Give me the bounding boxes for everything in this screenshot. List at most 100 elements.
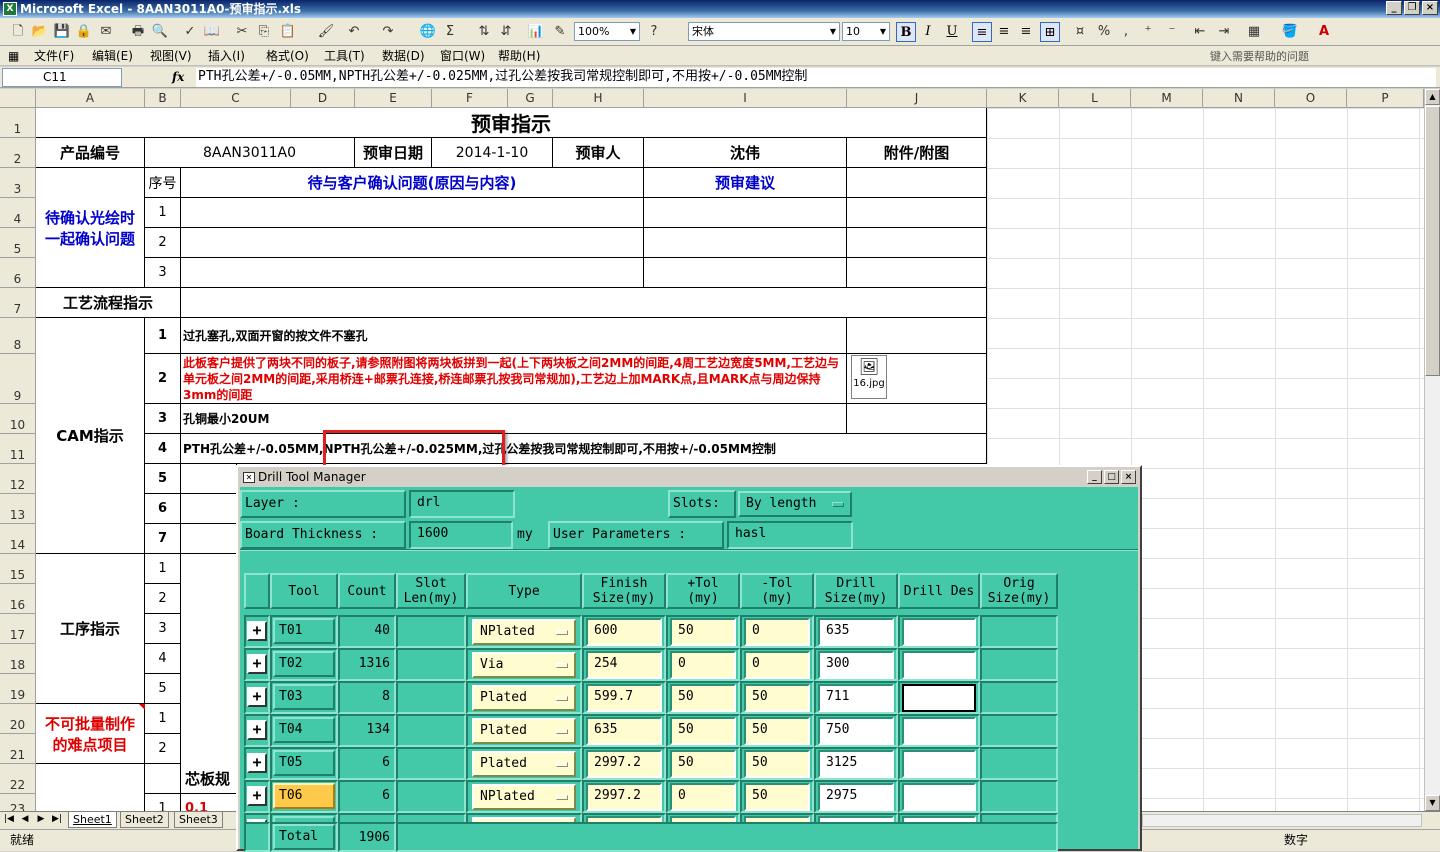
minus-tol-field[interactable]: 50 <box>744 783 810 811</box>
row-header[interactable]: 19 <box>0 674 36 704</box>
font-select[interactable]: 宋体 ▼ <box>688 22 840 41</box>
plus-tol-field[interactable]: 50 <box>670 618 736 646</box>
drill-des-field[interactable] <box>902 684 976 712</box>
col-header[interactable]: B <box>145 89 181 108</box>
col-header[interactable]: E <box>355 89 432 108</box>
sort-asc-icon[interactable]: ⇅ <box>474 22 494 42</box>
prev-sheet-icon[interactable]: ◀ <box>18 814 32 824</box>
finish-size-field[interactable]: 2997.2 <box>586 783 662 811</box>
row-header[interactable]: 18 <box>0 644 36 674</box>
type-select[interactable]: Plated <box>472 751 576 777</box>
currency-icon[interactable]: ¤ <box>1070 22 1090 42</box>
help-icon[interactable]: ? <box>644 22 664 42</box>
row-header[interactable]: 5 <box>0 228 36 258</box>
attach-cell[interactable] <box>847 198 987 228</box>
row-header[interactable]: 15 <box>0 554 36 584</box>
plus-tol-field[interactable]: 0 <box>670 783 736 811</box>
tool-button[interactable]: T04 <box>273 717 335 743</box>
cut-icon[interactable]: ✂ <box>232 22 252 42</box>
sort-desc-icon[interactable]: ⇵ <box>496 22 516 42</box>
issue-cell[interactable] <box>181 258 644 288</box>
expand-plus-icon[interactable]: + <box>247 687 267 707</box>
row-header[interactable]: 3 <box>0 168 36 198</box>
menu-view[interactable]: 视图(V) <box>150 48 192 64</box>
row-header[interactable]: 17 <box>0 614 36 644</box>
col-header[interactable]: C <box>181 89 291 108</box>
decrease-indent-icon[interactable]: ⇤ <box>1190 22 1210 42</box>
issue-cell[interactable] <box>181 228 644 258</box>
print-preview-icon[interactable]: 🔍 <box>150 22 170 42</box>
type-select[interactable]: Plated <box>472 718 576 744</box>
row-header[interactable]: 21 <box>0 734 36 764</box>
next-sheet-icon[interactable]: ▶ <box>34 814 48 824</box>
attachment-file[interactable]: 🖼 16.jpg <box>851 355 887 399</box>
scroll-down-icon[interactable]: ▼ <box>1425 795 1440 811</box>
comma-icon[interactable]: , <box>1116 22 1136 42</box>
finish-size-field[interactable]: 600 <box>586 618 662 646</box>
menu-data[interactable]: 数据(D) <box>382 48 425 64</box>
italic-button[interactable]: I <box>918 22 938 42</box>
drill-size-field[interactable]: 711 <box>818 684 894 712</box>
dialog-minimize-button[interactable]: _ <box>1087 470 1102 484</box>
row-header[interactable]: 14 <box>0 524 36 554</box>
finish-size-field[interactable]: 2997.2 <box>586 750 662 778</box>
menu-format[interactable]: 格式(O) <box>266 48 309 64</box>
attach-cell[interactable] <box>847 404 987 434</box>
align-left-icon[interactable]: ≡ <box>972 22 992 42</box>
permission-icon[interactable]: 🔒 <box>74 22 94 42</box>
col-header[interactable]: F <box>432 89 508 108</box>
col-header[interactable]: M <box>1131 89 1203 108</box>
close-button[interactable]: × <box>1422 1 1438 15</box>
tool-button[interactable]: T03 <box>273 684 335 710</box>
last-sheet-icon[interactable]: ▶| <box>50 814 64 824</box>
issue-cell[interactable] <box>181 198 644 228</box>
increase-indent-icon[interactable]: ⇥ <box>1214 22 1234 42</box>
drill-des-field[interactable] <box>902 618 976 646</box>
formula-input[interactable]: PTH孔公差+/-0.05MM,NPTH孔公差+/-0.025MM,过孔公差按我… <box>196 68 1436 87</box>
first-sheet-icon[interactable]: |◀ <box>2 814 16 824</box>
plus-tol-field[interactable]: 50 <box>670 750 736 778</box>
row-header[interactable]: 2 <box>0 138 36 168</box>
menu-insert[interactable]: 插入(I) <box>208 48 245 64</box>
row-header[interactable]: 10 <box>0 404 36 434</box>
attach-cell[interactable] <box>847 228 987 258</box>
row-header[interactable]: 4 <box>0 198 36 228</box>
scroll-thumb[interactable] <box>1425 106 1440 376</box>
menu-edit[interactable]: 编辑(E) <box>92 48 133 64</box>
percent-icon[interactable]: % <box>1094 22 1114 42</box>
new-icon[interactable]: 🗋 <box>8 22 28 42</box>
align-center-icon[interactable]: ≡ <box>994 22 1014 42</box>
undo-icon[interactable]: ↶ <box>344 22 364 42</box>
col-header[interactable]: D <box>291 89 355 108</box>
finish-size-field[interactable]: 635 <box>586 717 662 745</box>
menu-tools[interactable]: 工具(T) <box>324 48 365 64</box>
minimize-button[interactable]: _ <box>1386 1 1402 15</box>
decrease-decimal-icon[interactable]: ⁻ <box>1162 22 1182 42</box>
format-painter-icon[interactable]: 🖌 <box>316 22 336 42</box>
row-header[interactable]: 6 <box>0 258 36 288</box>
advice-cell[interactable] <box>644 228 847 258</box>
minus-tol-field[interactable]: 0 <box>744 651 810 679</box>
window-menu-icon[interactable]: ✕ <box>243 472 255 483</box>
minus-tol-field[interactable]: 50 <box>744 684 810 712</box>
row-header[interactable]: 13 <box>0 494 36 524</box>
merge-center-icon[interactable]: ⊞ <box>1040 22 1060 42</box>
finish-size-field[interactable]: 254 <box>586 651 662 679</box>
dialog-close-button[interactable]: × <box>1121 470 1136 484</box>
tab-sheet1[interactable]: Sheet1 <box>68 812 117 828</box>
bold-button[interactable]: B <box>896 22 916 42</box>
horizontal-scrollbar[interactable] <box>1142 814 1422 827</box>
drill-des-field[interactable] <box>902 717 976 745</box>
dialog-title-bar[interactable]: ✕ Drill Tool Manager _ □ × <box>240 469 1138 486</box>
col-header[interactable]: L <box>1059 89 1131 108</box>
type-select[interactable]: NPlated <box>472 619 576 645</box>
restore-button[interactable]: ❐ <box>1404 1 1420 15</box>
plus-tol-field[interactable]: 0 <box>670 651 736 679</box>
row-header[interactable]: 20 <box>0 704 36 734</box>
col-header[interactable]: K <box>987 89 1059 108</box>
attach-cell[interactable] <box>847 318 987 354</box>
empty-cell[interactable] <box>145 764 181 794</box>
col-header[interactable]: G <box>508 89 553 108</box>
col-header[interactable]: J <box>847 89 987 108</box>
advice-cell[interactable] <box>644 198 847 228</box>
